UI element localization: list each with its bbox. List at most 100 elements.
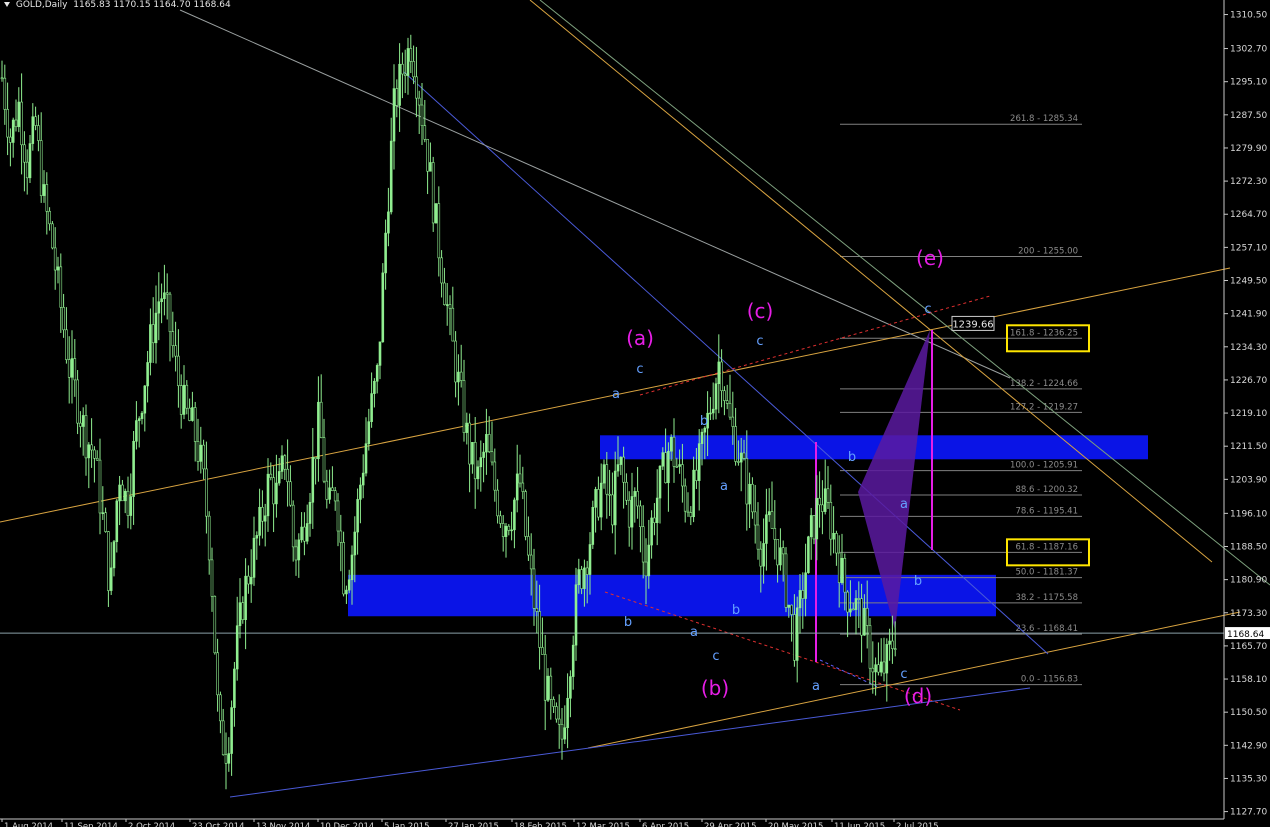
wave-label-minor: c: [756, 334, 763, 349]
candle-body: [165, 292, 169, 295]
candle-body: [723, 390, 726, 401]
wave-label-minor: b: [700, 414, 708, 429]
price-chart[interactable]: 261.8 - 1285.34 200 - 1255.00 161.8 - 1236…: [0, 0, 1270, 827]
candle-body: [202, 444, 205, 470]
candle-body: [840, 557, 844, 583]
candle-body: [482, 451, 485, 458]
candle-body: [311, 457, 315, 503]
candle-body: [709, 412, 712, 415]
candle-body: [891, 640, 894, 649]
candle-body: [219, 694, 222, 722]
candle-body: [258, 506, 261, 536]
candle-body: [230, 707, 233, 754]
candle-body: [571, 644, 575, 677]
candle-body: [832, 533, 835, 540]
candle-body: [249, 577, 253, 585]
candle-body: [454, 340, 457, 383]
candle-body: [23, 144, 26, 163]
candle-body: [795, 607, 799, 661]
candle-body: [742, 452, 746, 459]
candle-body: [465, 422, 469, 433]
candle-body: [560, 724, 564, 740]
candle-body: [616, 464, 620, 472]
candle-body: [434, 203, 438, 224]
candle-body: [459, 371, 463, 381]
fib-level-label: 78.6 - 1195.41: [1015, 506, 1078, 516]
candle-body: [277, 471, 281, 484]
candle-body: [325, 480, 329, 500]
candle-body: [613, 470, 617, 526]
candle-body: [798, 590, 802, 609]
candle-body: [143, 385, 147, 414]
candle-body: [874, 664, 877, 673]
candle-body: [734, 426, 737, 462]
candle-body: [415, 76, 418, 99]
candle-body: [818, 497, 821, 506]
candle-body: [658, 465, 662, 499]
wave-label-minor: b: [624, 615, 632, 630]
candle-body: [490, 451, 494, 463]
y-tick-label: 1180.90: [1230, 576, 1267, 586]
candle-body: [835, 533, 838, 554]
candle-body: [809, 515, 813, 538]
candle-body: [583, 567, 586, 589]
candle-body: [42, 184, 46, 196]
candle-body: [476, 466, 480, 480]
candle-body: [227, 753, 231, 764]
candle-body: [188, 407, 191, 421]
wave-label-minor: a: [812, 679, 820, 694]
candle-body: [633, 491, 637, 497]
candle-body: [479, 457, 483, 468]
candle-body: [79, 422, 82, 427]
candle-body: [731, 416, 735, 427]
candle-body: [140, 412, 144, 419]
x-tick-label: 29 Apr 2015: [704, 822, 757, 827]
candle-body: [882, 661, 886, 674]
candle-body: [487, 434, 491, 453]
candle-body: [107, 531, 110, 591]
y-tick-label: 1165.70: [1230, 642, 1267, 652]
candle-body: [644, 561, 648, 577]
candle-body: [739, 452, 743, 463]
candle-body: [574, 584, 578, 646]
x-tick-label: 6 Apr 2015: [642, 822, 689, 827]
candle-body: [126, 490, 130, 516]
y-tick-label: 1226.70: [1230, 376, 1267, 386]
candle-body: [781, 547, 785, 555]
candle-body: [361, 472, 365, 486]
candle-body: [493, 461, 497, 491]
candle-body: [135, 420, 138, 442]
candle-body: [247, 575, 250, 585]
fib-level-label: 261.8 - 1285.34: [1010, 114, 1078, 124]
candle-body: [333, 490, 337, 502]
candle-body: [423, 125, 427, 140]
candle-body: [770, 511, 774, 529]
candle-body: [81, 415, 85, 427]
candle-body: [580, 569, 583, 589]
candle-body: [619, 456, 623, 465]
candle-body: [317, 401, 320, 460]
candle-body: [865, 607, 869, 626]
candle-body: [501, 523, 505, 537]
candle-body: [269, 473, 273, 478]
candle-body: [515, 473, 519, 501]
fib-level-label: 161.8 - 1236.25: [1010, 328, 1078, 338]
candle-body: [549, 675, 553, 700]
candle-body: [667, 450, 670, 484]
candle-body: [815, 497, 819, 540]
candle-body: [753, 511, 757, 526]
y-tick-label: 1249.50: [1230, 277, 1267, 287]
candle-body: [812, 515, 816, 540]
candle-body: [359, 484, 362, 500]
candle-body: [585, 567, 589, 575]
candle-body: [829, 502, 833, 540]
candle-body: [496, 489, 499, 517]
y-tick-label: 1127.70: [1230, 808, 1267, 818]
candle-body: [353, 531, 357, 556]
trendline-gray-descending: [179, 9, 1011, 379]
candle-body: [350, 554, 354, 581]
y-tick-label: 1279.90: [1230, 144, 1267, 154]
candle-body: [569, 676, 572, 699]
candle-body: [20, 101, 23, 146]
candle-body: [303, 526, 306, 542]
